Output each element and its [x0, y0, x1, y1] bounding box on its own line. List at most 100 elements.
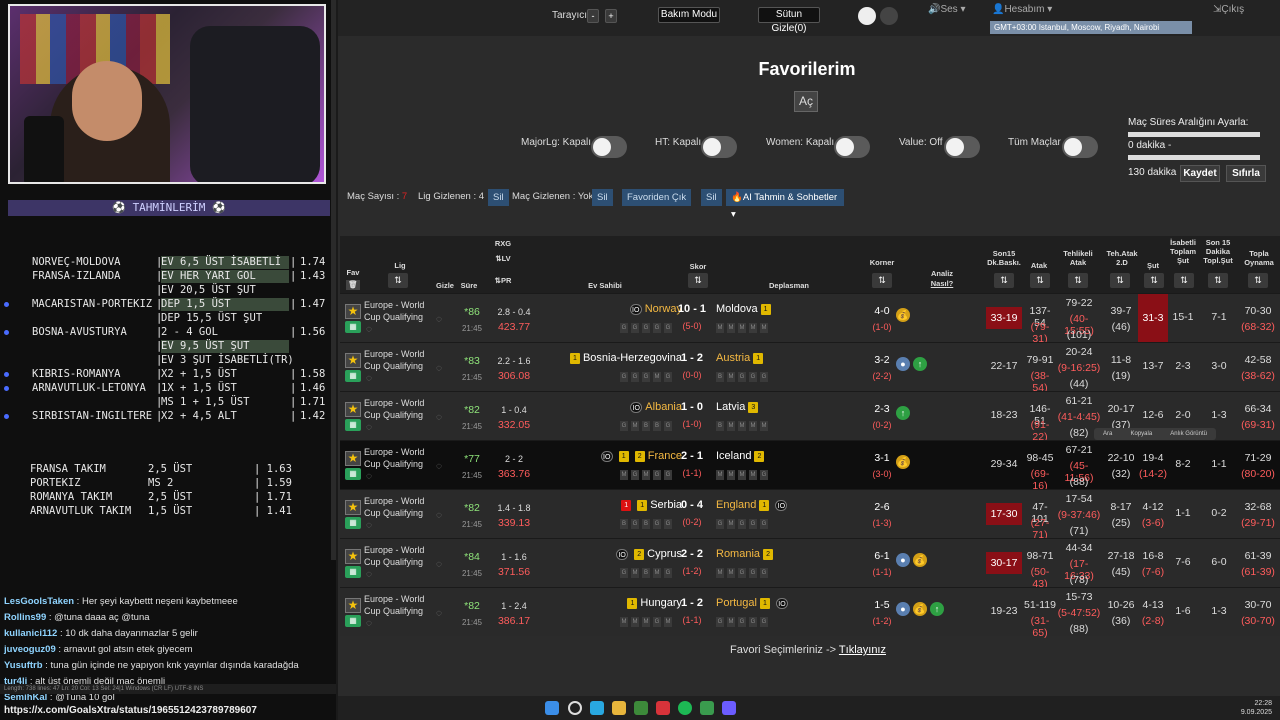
sort-corner-button[interactable]: ⇅ [872, 273, 892, 288]
windows-start-icon[interactable] [545, 701, 559, 715]
away-team[interactable]: Romania 2 [716, 548, 776, 560]
ai-chat-dropdown[interactable]: 🔥AI Tahmin & Sohbetler ▾ [726, 189, 844, 220]
sort-danger-2d-button[interactable]: ⇅ [1110, 273, 1130, 288]
sort-danger-button[interactable]: ⇅ [1068, 273, 1088, 288]
hide-match-icon[interactable]: ◌ [436, 314, 442, 325]
sort-lv-button[interactable]: ⇅LV [486, 254, 520, 263]
logout-link[interactable]: ⇲Çıkış [1213, 4, 1244, 15]
context-menu-item[interactable]: Ara [1103, 428, 1112, 440]
away-team[interactable]: Latvia 3 [716, 401, 761, 413]
notepad-icon[interactable] [634, 701, 648, 715]
account-menu[interactable]: 👤Hesabım ▾ [992, 4, 1052, 15]
system-clock[interactable]: 22:28 9.09.2025 [1241, 699, 1272, 717]
sort-possession-button[interactable]: ⇅ [1248, 273, 1268, 288]
hide-league-icon[interactable]: ◌ [366, 569, 372, 580]
hide-match-icon[interactable]: ◌ [436, 559, 442, 570]
editor-scrollbar[interactable] [331, 0, 336, 560]
away-team[interactable]: Austria 1 [716, 352, 766, 364]
favorite-star-icon[interactable]: ★ [345, 598, 361, 613]
favorite-star-icon[interactable]: ★ [345, 500, 361, 515]
duration-from-slider[interactable] [1128, 132, 1260, 137]
favorite-star-icon[interactable]: ★ [345, 402, 361, 417]
women-toggle[interactable] [834, 136, 870, 158]
money-bag-icon[interactable]: 💰 [896, 308, 910, 322]
hide-league-icon[interactable]: ◌ [366, 520, 372, 531]
bomb-icon[interactable]: ● [896, 553, 910, 567]
favorites-link[interactable]: Tıklayınız [839, 644, 886, 656]
hide-league-icon[interactable]: ◌ [366, 422, 372, 433]
open-button[interactable]: Aç [794, 91, 818, 112]
hide-match-icon[interactable]: ◌ [436, 608, 442, 619]
opera-icon[interactable] [656, 701, 670, 715]
discord-icon[interactable] [722, 701, 736, 715]
money-bag-icon[interactable]: 💰 [896, 455, 910, 469]
value-toggle[interactable] [944, 136, 980, 158]
hide-match-icon[interactable]: ◌ [436, 510, 442, 521]
delete-match-hidden-button[interactable]: Sil [592, 189, 613, 206]
trash-icon[interactable]: 🗑 [346, 280, 360, 290]
delete-favorite-button[interactable]: Sil [701, 189, 722, 206]
search-icon[interactable] [568, 701, 582, 715]
sort-score-button[interactable]: ⇅ [688, 273, 708, 288]
bomb-icon[interactable]: ● [896, 357, 910, 371]
hide-column-button[interactable]: Sütun Gizle(0) [758, 7, 820, 34]
duration-to-slider[interactable] [1128, 155, 1260, 160]
maintenance-mode-button[interactable]: Bakım Modu [658, 7, 720, 23]
sort-shot-button[interactable]: ⇅ [1144, 273, 1164, 288]
stats-icon[interactable]: ▦ [345, 370, 361, 382]
hide-match-icon[interactable]: ◌ [436, 363, 442, 374]
light-mode-icon[interactable] [858, 7, 876, 25]
favorite-star-icon[interactable]: ★ [345, 451, 361, 466]
bomb-icon[interactable]: ● [896, 602, 910, 616]
reset-button[interactable]: Sıfırla [1226, 165, 1266, 182]
hide-league-icon[interactable]: ◌ [366, 618, 372, 629]
away-team[interactable]: England 1 IO [716, 499, 790, 511]
stats-icon[interactable]: ▦ [345, 615, 361, 627]
sort-last15-button[interactable]: ⇅ [1208, 273, 1228, 288]
hide-league-icon[interactable]: ◌ [366, 324, 372, 335]
scanner-minus-button[interactable]: - [587, 9, 599, 23]
sort-league-button[interactable]: ⇅ [388, 273, 408, 288]
file-explorer-icon[interactable] [612, 701, 626, 715]
timezone-select[interactable]: GMT+03:00 Istanbul, Moscow, Riyadh, Nair… [990, 21, 1192, 34]
all-matches-toggle[interactable] [1062, 136, 1098, 158]
how-link[interactable]: Nasıl? [922, 279, 962, 288]
favorite-star-icon[interactable]: ★ [345, 549, 361, 564]
stats-icon[interactable]: ▦ [345, 419, 361, 431]
hide-league-icon[interactable]: ◌ [366, 471, 372, 482]
spotify-icon[interactable] [678, 701, 692, 715]
away-team[interactable]: Iceland 2 [716, 450, 767, 462]
arrow-up-icon[interactable]: ↑ [896, 406, 910, 420]
hide-league-icon[interactable]: ◌ [366, 373, 372, 384]
scanner-plus-button[interactable]: + [605, 9, 617, 23]
stats-icon[interactable]: ▦ [345, 517, 361, 529]
away-team[interactable]: Moldova 1 [716, 303, 774, 315]
ht-toggle[interactable] [701, 136, 737, 158]
sort-son15-button[interactable]: ⇅ [994, 273, 1014, 288]
away-team[interactable]: Portugal 1 IO [716, 597, 791, 609]
sort-attack-button[interactable]: ⇅ [1030, 273, 1050, 288]
context-menu-item[interactable]: Kopyala [1130, 428, 1152, 440]
majorlg-toggle[interactable] [591, 136, 627, 158]
chrome-icon[interactable] [700, 701, 714, 715]
hide-match-icon[interactable]: ◌ [436, 412, 442, 423]
dark-mode-icon[interactable] [880, 7, 898, 25]
save-button[interactable]: Kaydet [1180, 165, 1220, 182]
stats-icon[interactable]: ▦ [345, 321, 361, 333]
sort-pr-button[interactable]: ⇅PR [486, 276, 520, 285]
arrow-up-icon[interactable]: ↑ [913, 357, 927, 371]
home-team[interactable]: IO 1 2 France [598, 450, 682, 462]
sort-on-target-button[interactable]: ⇅ [1174, 273, 1194, 288]
delete-league-hidden-button[interactable]: Sil [488, 189, 509, 206]
money-bag-icon[interactable]: 💰 [913, 602, 927, 616]
stats-icon[interactable]: ▦ [345, 468, 361, 480]
favorite-star-icon[interactable]: ★ [345, 304, 361, 319]
home-team[interactable]: 1 Bosnia-Herzegovina [567, 352, 682, 364]
arrow-up-icon[interactable]: ↑ [930, 602, 944, 616]
context-menu-item[interactable]: Anlık Görüntü [1170, 428, 1207, 440]
telegram-icon[interactable] [590, 701, 604, 715]
remove-favorite-button[interactable]: Favoriden Çık [622, 189, 692, 206]
hide-match-icon[interactable]: ◌ [436, 461, 442, 472]
favorite-star-icon[interactable]: ★ [345, 353, 361, 368]
money-bag-icon[interactable]: 💰 [913, 553, 927, 567]
